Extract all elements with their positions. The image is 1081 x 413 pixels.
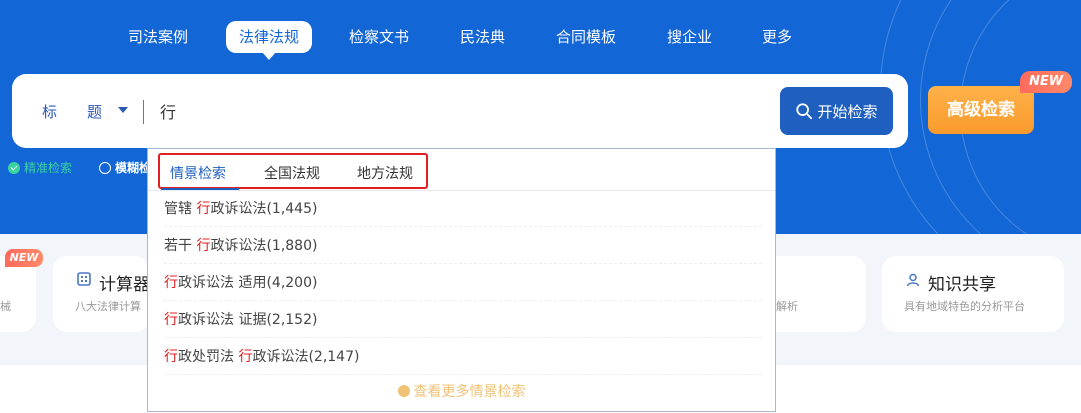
nav-item-cases[interactable]: 司法案例 — [128, 21, 188, 53]
check-circle-icon — [8, 161, 20, 174]
card-subtitle: 具有地域特色的分析平台 — [904, 300, 1025, 313]
search-button-label: 开始检索 — [817, 102, 878, 121]
search-input[interactable] — [160, 94, 760, 128]
suggestion-text: 政诉讼法(1,880) — [210, 238, 318, 254]
suggestion-dropdown: 情景检索 全国法规 地方法规 管辖 行政诉讼法(1,445) 若干 行政诉讼法(… — [147, 148, 776, 412]
suggestion-highlight: 行 — [164, 312, 178, 328]
nav-item-more[interactable]: 更多 — [762, 21, 792, 53]
suggestion-highlight: 行 — [196, 201, 211, 217]
tab-scenario-search[interactable]: 情景检索 — [170, 163, 226, 183]
nav-item-procuratorate[interactable]: 检察文书 — [349, 21, 409, 53]
card-subtitle: 解析 — [776, 300, 798, 313]
suggestion-item[interactable]: 行政诉讼法 适用(4,200) — [164, 265, 762, 301]
suggestion-item[interactable]: 管辖 行政诉讼法(1,445) — [164, 191, 762, 227]
suggestion-text: 若干 — [164, 238, 197, 254]
suggestion-text: 政处罚法 — [178, 349, 239, 365]
suggestion-item[interactable]: 行政处罚法 行政诉讼法(2,147) — [164, 339, 762, 375]
suggestion-highlight: 行 — [164, 349, 178, 365]
search-divider — [143, 100, 144, 124]
card-subtitle: 械 — [0, 300, 11, 313]
tab-local-laws[interactable]: 地方法规 — [357, 163, 413, 183]
chevron-down-icon[interactable] — [118, 107, 128, 113]
nav-item-contract-templates[interactable]: 合同模板 — [556, 21, 616, 53]
suggestion-highlight: 行 — [196, 238, 211, 254]
search-button[interactable]: 开始检索 — [780, 87, 893, 135]
new-badge: NEW — [1020, 71, 1072, 93]
nav-item-company-search[interactable]: 搜企业 — [667, 21, 712, 53]
nav-item-laws[interactable]: 法律法规 — [226, 21, 313, 60]
suggestion-highlight: 行 — [238, 349, 253, 365]
diamond-icon — [397, 385, 410, 397]
suggestion-highlight: 行 — [164, 275, 178, 291]
view-more-label: 查看更多情景检索 — [413, 384, 526, 400]
suggestion-text: 政诉讼法 适用(4,200) — [178, 275, 318, 291]
fuzzy-search-option[interactable]: 模糊检 — [99, 159, 151, 176]
card-title: 知识共享 — [928, 275, 996, 295]
search-box: 标 题 开始检索 — [12, 74, 908, 148]
radio-icon — [99, 161, 111, 174]
advanced-search-button[interactable]: 高级检索 — [928, 86, 1034, 134]
dropdown-tabs: 情景检索 全国法规 地方法规 — [158, 153, 428, 190]
suggestion-text: 政诉讼法 证据(2,152) — [178, 312, 318, 328]
suggestion-item[interactable]: 若干 行政诉讼法(1,880) — [164, 228, 762, 264]
card-subtitle: 八大法律计算 — [75, 300, 141, 313]
search-icon — [796, 103, 813, 120]
feature-card-left[interactable]: 械 — [0, 256, 36, 332]
fuzzy-search-label: 模糊检 — [115, 161, 152, 175]
field-select-label-2[interactable]: 题 — [87, 101, 102, 122]
exact-search-option[interactable]: 精准检索 — [8, 159, 72, 176]
user-icon — [906, 272, 920, 291]
suggestion-item[interactable]: 行政诉讼法 证据(2,152) — [164, 302, 762, 338]
suggestion-text: 管辖 — [164, 201, 197, 217]
view-more-link[interactable]: 查看更多情景检索 — [148, 381, 775, 401]
top-nav: 司法案例 法律法规 检察文书 民法典 合同模板 搜企业 更多 — [0, 21, 1081, 60]
calculator-icon — [77, 271, 91, 290]
feature-card-calculator[interactable]: 计算器 八大法律计算 — [53, 256, 150, 332]
suggestion-text: 政诉讼法(2,147) — [252, 349, 360, 365]
new-badge-small: NEW — [5, 249, 43, 267]
card-title: 计算器 — [99, 275, 150, 295]
nav-item-civil-code[interactable]: 民法典 — [460, 21, 505, 53]
exact-search-label: 精准检索 — [24, 161, 73, 175]
feature-card-knowledge-share[interactable]: 知识共享 具有地域特色的分析平台 — [882, 256, 1064, 332]
field-select-label[interactable]: 标 — [42, 101, 57, 122]
suggestion-text: 政诉讼法(1,445) — [210, 201, 318, 217]
tab-national-laws[interactable]: 全国法规 — [264, 163, 320, 183]
